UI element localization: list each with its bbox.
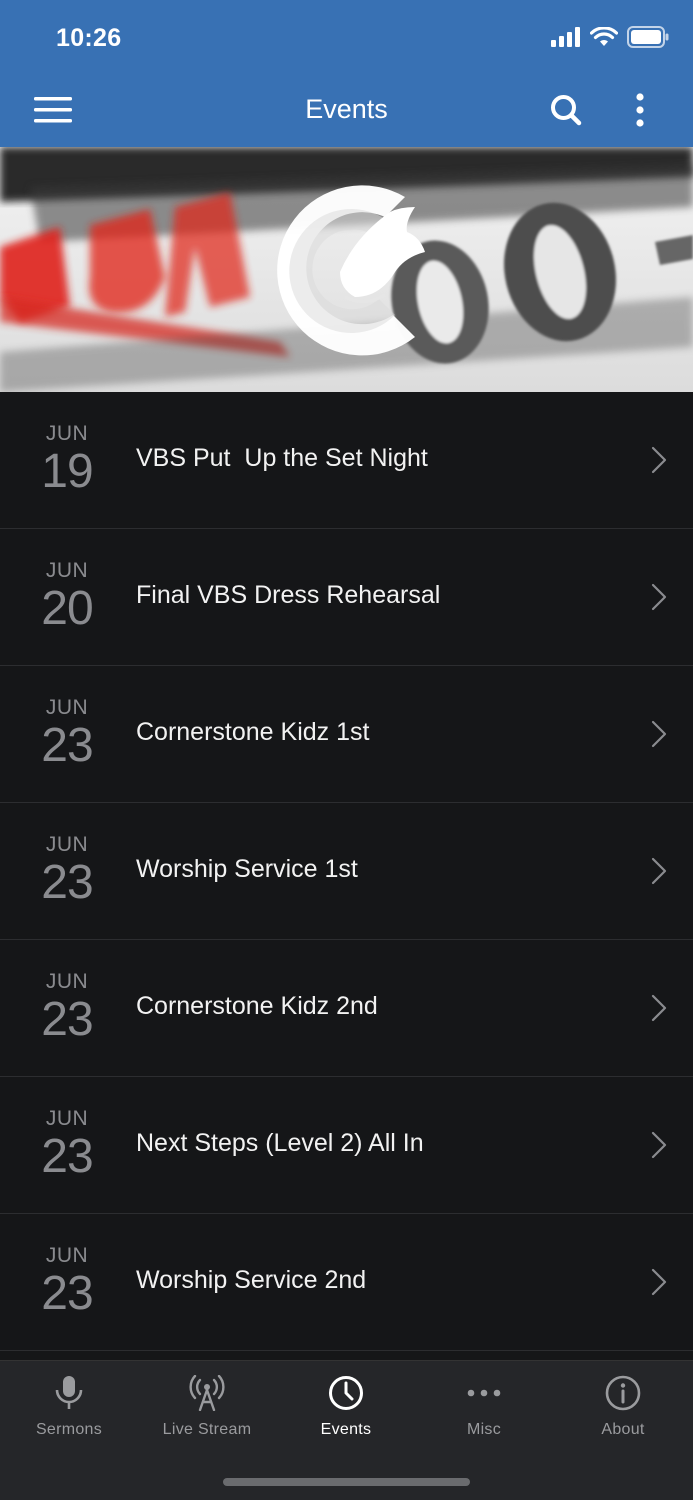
events-banner-image bbox=[0, 147, 693, 392]
microphone-icon bbox=[55, 1376, 83, 1409]
event-title: Cornerstone Kidz 1st bbox=[136, 718, 370, 746]
event-row[interactable]: JUN 23 Worship Service 1st bbox=[0, 803, 693, 940]
chevron-right-icon bbox=[651, 583, 667, 611]
event-day: 23 bbox=[41, 856, 93, 909]
search-button[interactable] bbox=[544, 88, 588, 132]
battery-icon bbox=[627, 26, 669, 48]
tab-misc[interactable]: Misc bbox=[415, 1375, 553, 1439]
tab-sermons[interactable]: Sermons bbox=[0, 1375, 138, 1439]
broadcast-icon bbox=[189, 1375, 225, 1411]
tab-label: Sermons bbox=[35, 1421, 103, 1438]
event-title: Worship Service 1st bbox=[136, 855, 358, 883]
tab-label: Live Stream bbox=[162, 1421, 252, 1438]
search-icon bbox=[551, 95, 582, 126]
more-vertical-icon bbox=[636, 93, 644, 127]
chevron-right-icon bbox=[651, 720, 667, 748]
chevron-right-icon bbox=[651, 446, 667, 474]
event-day: 19 bbox=[41, 445, 93, 498]
chevron-right-icon bbox=[651, 994, 667, 1022]
event-title: Worship Service 2nd bbox=[136, 1266, 367, 1294]
clock-icon bbox=[329, 1376, 363, 1410]
event-month: JUN bbox=[45, 422, 89, 445]
info-icon bbox=[605, 1375, 641, 1411]
event-day: 20 bbox=[41, 582, 93, 635]
event-day: 23 bbox=[41, 719, 93, 772]
tab-about[interactable]: About bbox=[554, 1375, 692, 1439]
event-day: 23 bbox=[41, 1267, 93, 1320]
event-title: VBS Put Up the Set Night bbox=[136, 444, 428, 472]
event-month: JUN bbox=[45, 559, 89, 582]
event-title: Cornerstone Kidz 2nd bbox=[136, 992, 378, 1020]
event-row[interactable]: JUN 20 Final VBS Dress Rehearsal bbox=[0, 529, 693, 666]
tab-live-stream[interactable]: Live Stream bbox=[138, 1375, 276, 1439]
status-icons bbox=[551, 26, 669, 48]
chevron-right-icon bbox=[651, 857, 667, 885]
calendar-banner-graphic bbox=[0, 147, 693, 392]
more-dots-icon bbox=[467, 1389, 501, 1397]
event-row[interactable]: JUN 19 VBS Put Up the Set Night bbox=[0, 392, 693, 529]
event-month: JUN bbox=[45, 833, 89, 856]
event-day: 23 bbox=[41, 1130, 93, 1183]
event-month: JUN bbox=[45, 1244, 89, 1267]
events-list: JUN 19 VBS Put Up the Set Night JUN 20 F… bbox=[0, 392, 693, 1351]
chevron-right-icon bbox=[651, 1268, 667, 1296]
tab-label: Misc bbox=[466, 1421, 502, 1438]
more-options-button[interactable] bbox=[618, 88, 662, 132]
app-header: 10:26 Events bbox=[0, 0, 693, 147]
event-row[interactable]: JUN 23 Cornerstone Kidz 2nd bbox=[0, 940, 693, 1077]
event-month: JUN bbox=[45, 1107, 89, 1130]
event-title: Next Steps (Level 2) All In bbox=[136, 1129, 424, 1157]
status-time: 10:26 bbox=[56, 24, 122, 52]
chevron-right-icon bbox=[651, 1131, 667, 1159]
tab-label: Events bbox=[320, 1421, 372, 1438]
event-month: JUN bbox=[45, 970, 89, 993]
page-title: Events bbox=[305, 94, 388, 124]
signal-icon bbox=[551, 27, 580, 47]
event-title: Final VBS Dress Rehearsal bbox=[136, 581, 441, 609]
home-indicator bbox=[223, 1478, 470, 1486]
tab-events[interactable]: Events bbox=[277, 1375, 415, 1439]
event-row[interactable]: JUN 23 Next Steps (Level 2) All In bbox=[0, 1077, 693, 1214]
event-month: JUN bbox=[45, 696, 89, 719]
wifi-icon bbox=[590, 27, 618, 46]
event-row[interactable]: JUN 23 Worship Service 2nd bbox=[0, 1214, 693, 1351]
tab-label: About bbox=[601, 1421, 645, 1438]
event-day: 23 bbox=[41, 993, 93, 1046]
event-row[interactable]: JUN 23 Cornerstone Kidz 1st bbox=[0, 666, 693, 803]
